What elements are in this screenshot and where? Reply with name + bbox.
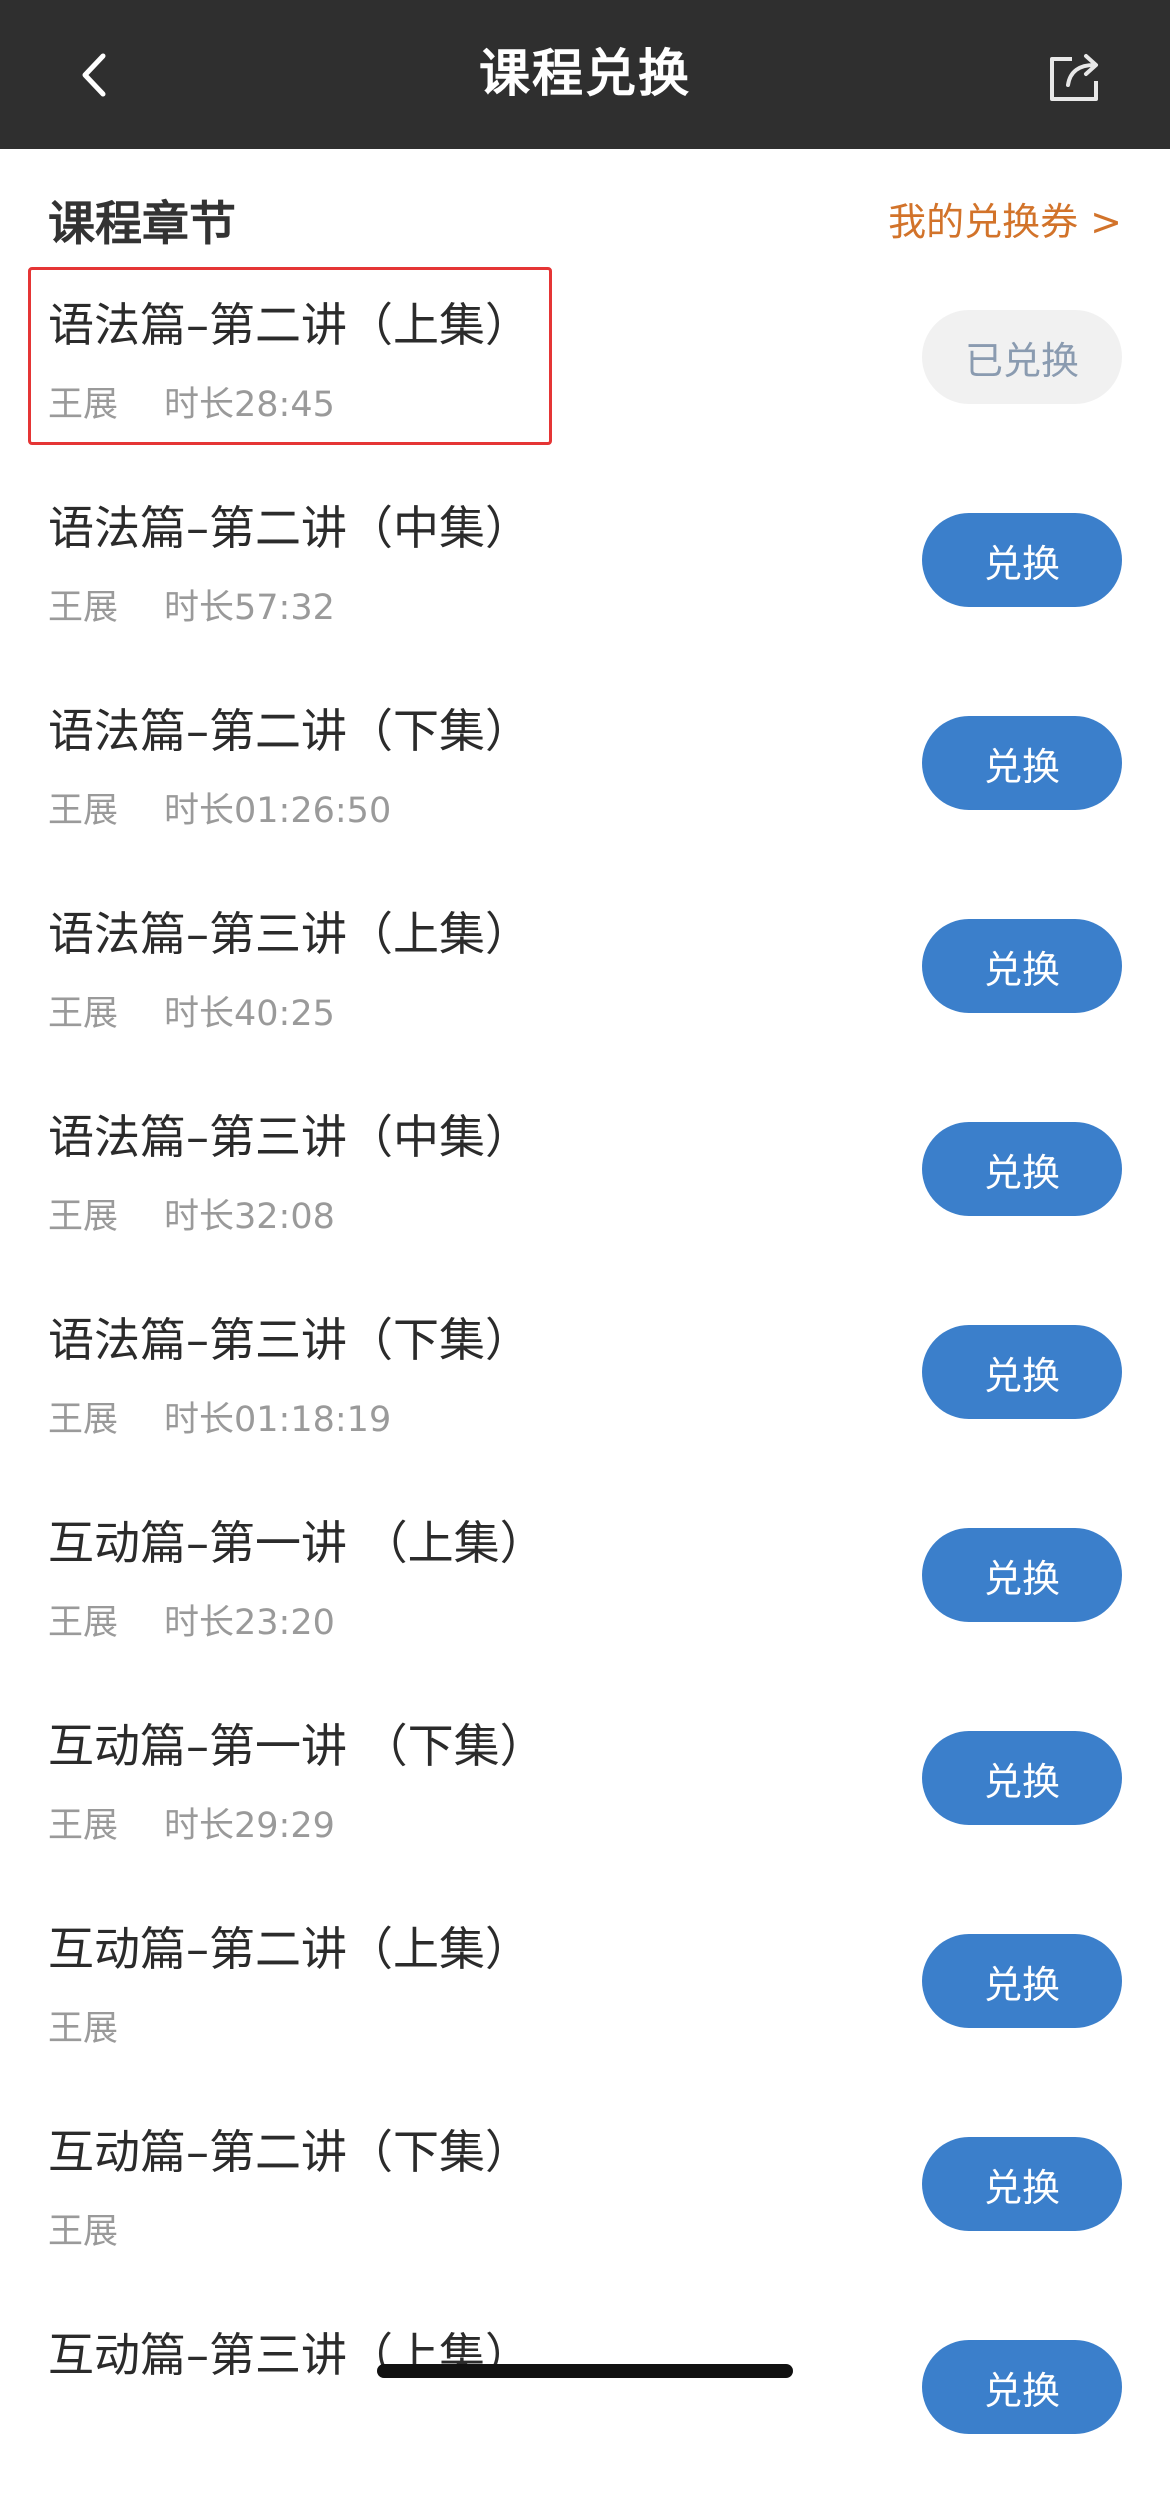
redeemed-button: 已兑换	[922, 310, 1122, 404]
chapter-title: 互动篇–第一讲 （上集）	[48, 1516, 546, 1570]
redeem-button[interactable]: 兑换	[922, 1325, 1122, 1419]
chapter-row[interactable]: 语法篇–第二讲（中集） 王展 时长57:32 兑换	[0, 467, 1170, 670]
redeem-button[interactable]: 兑换	[922, 2340, 1122, 2434]
chapter-title: 互动篇–第二讲（上集）	[48, 1922, 531, 1976]
chapter-title: 互动篇–第一讲 （下集）	[48, 1719, 546, 1773]
chapter-title: 语法篇–第二讲（中集）	[48, 501, 531, 555]
section-header: 课程章节 我的兑换券 >	[0, 149, 1170, 279]
chapter-meta: 王展 时长01:18:19	[48, 1391, 391, 1442]
chapter-row[interactable]: 语法篇–第二讲（上集） 王展 时长28:45 已兑换	[0, 264, 1170, 467]
home-indicator	[377, 2364, 793, 2378]
chapter-title: 语法篇–第三讲（下集）	[48, 1313, 531, 1367]
chapter-teacher: 王展	[48, 1400, 119, 1440]
chapter-meta: 王展 时长01:26:50	[48, 782, 391, 833]
chapter-meta: 王展 时长57:32	[48, 579, 335, 630]
chapter-row[interactable]: 语法篇–第二讲（下集） 王展 时长01:26:50 兑换	[0, 670, 1170, 873]
redeem-button[interactable]: 兑换	[922, 716, 1122, 810]
chapter-duration: 时长40:25	[164, 994, 335, 1034]
chapter-meta: 王展	[48, 2203, 118, 2254]
chapter-title: 语法篇–第二讲（下集）	[48, 704, 531, 758]
chapter-teacher: 王展	[48, 1197, 119, 1237]
chapter-row[interactable]: 互动篇–第三讲（上集） 兑换	[0, 2294, 1170, 2497]
chapter-duration: 时长01:26:50	[164, 791, 392, 831]
my-coupon-link[interactable]: 我的兑换券 >	[888, 191, 1122, 246]
redeem-button[interactable]: 兑换	[922, 1934, 1122, 2028]
chapter-meta: 王展 时长40:25	[48, 985, 335, 1036]
section-title: 课程章节	[48, 197, 236, 252]
chapter-duration: 时长28:45	[164, 385, 335, 425]
chapter-duration: 时长29:29	[164, 1806, 335, 1846]
redeem-button[interactable]: 兑换	[922, 2137, 1122, 2231]
chapter-meta: 王展 时长32:08	[48, 1188, 335, 1239]
chapter-row[interactable]: 互动篇–第一讲 （下集） 王展 时长29:29 兑换	[0, 1685, 1170, 1888]
redeem-button[interactable]: 兑换	[922, 513, 1122, 607]
chapter-meta: 王展	[48, 2000, 118, 2051]
nav-bar: 课程兑换	[0, 0, 1170, 149]
chapter-title: 语法篇–第三讲（中集）	[48, 1110, 531, 1164]
chapter-meta: 王展 时长23:20	[48, 1594, 335, 1645]
chapter-meta: 王展 时长28:45	[48, 376, 335, 427]
chapter-row[interactable]: 语法篇–第三讲（上集） 王展 时长40:25 兑换	[0, 873, 1170, 1076]
chapter-teacher: 王展	[48, 1806, 119, 1846]
redeem-button[interactable]: 兑换	[922, 919, 1122, 1013]
chapter-teacher: 王展	[48, 588, 119, 628]
chapter-duration: 时长32:08	[164, 1197, 335, 1237]
chapter-teacher: 王展	[48, 791, 119, 831]
redeem-button[interactable]: 兑换	[922, 1528, 1122, 1622]
chapter-title: 语法篇–第三讲（上集）	[48, 907, 531, 961]
chapter-title: 互动篇–第二讲（下集）	[48, 2125, 531, 2179]
chapter-row[interactable]: 语法篇–第三讲（下集） 王展 时长01:18:19 兑换	[0, 1279, 1170, 1482]
page-title: 课程兑换	[478, 45, 691, 104]
redeem-button[interactable]: 兑换	[922, 1122, 1122, 1216]
chapter-meta: 王展 时长29:29	[48, 1797, 335, 1848]
chapter-teacher: 王展	[48, 385, 119, 425]
chapter-duration: 时长01:18:19	[164, 1400, 392, 1440]
chapter-teacher: 王展	[48, 2009, 119, 2049]
chapter-row[interactable]: 语法篇–第三讲（中集） 王展 时长32:08 兑换	[0, 1076, 1170, 1279]
chapter-teacher: 王展	[48, 994, 119, 1034]
share-button[interactable]	[1040, 42, 1110, 112]
chapter-row[interactable]: 互动篇–第一讲 （上集） 王展 时长23:20 兑换	[0, 1482, 1170, 1685]
redeem-button[interactable]: 兑换	[922, 1731, 1122, 1825]
chapter-row[interactable]: 互动篇–第二讲（下集） 王展 兑换	[0, 2091, 1170, 2294]
chapter-list: 语法篇–第二讲（上集） 王展 时长28:45 已兑换 语法篇–第二讲（中集） 王展 时长57…	[0, 264, 1170, 2497]
chapter-duration: 时长57:32	[164, 588, 335, 628]
chapter-teacher: 王展	[48, 2212, 119, 2252]
chapter-title: 语法篇–第二讲（上集）	[48, 298, 531, 352]
share-icon	[1050, 54, 1098, 101]
chapter-duration: 时长23:20	[164, 1603, 335, 1643]
chapter-row[interactable]: 互动篇–第二讲（上集） 王展 兑换	[0, 1888, 1170, 2091]
chapter-teacher: 王展	[48, 1603, 119, 1643]
